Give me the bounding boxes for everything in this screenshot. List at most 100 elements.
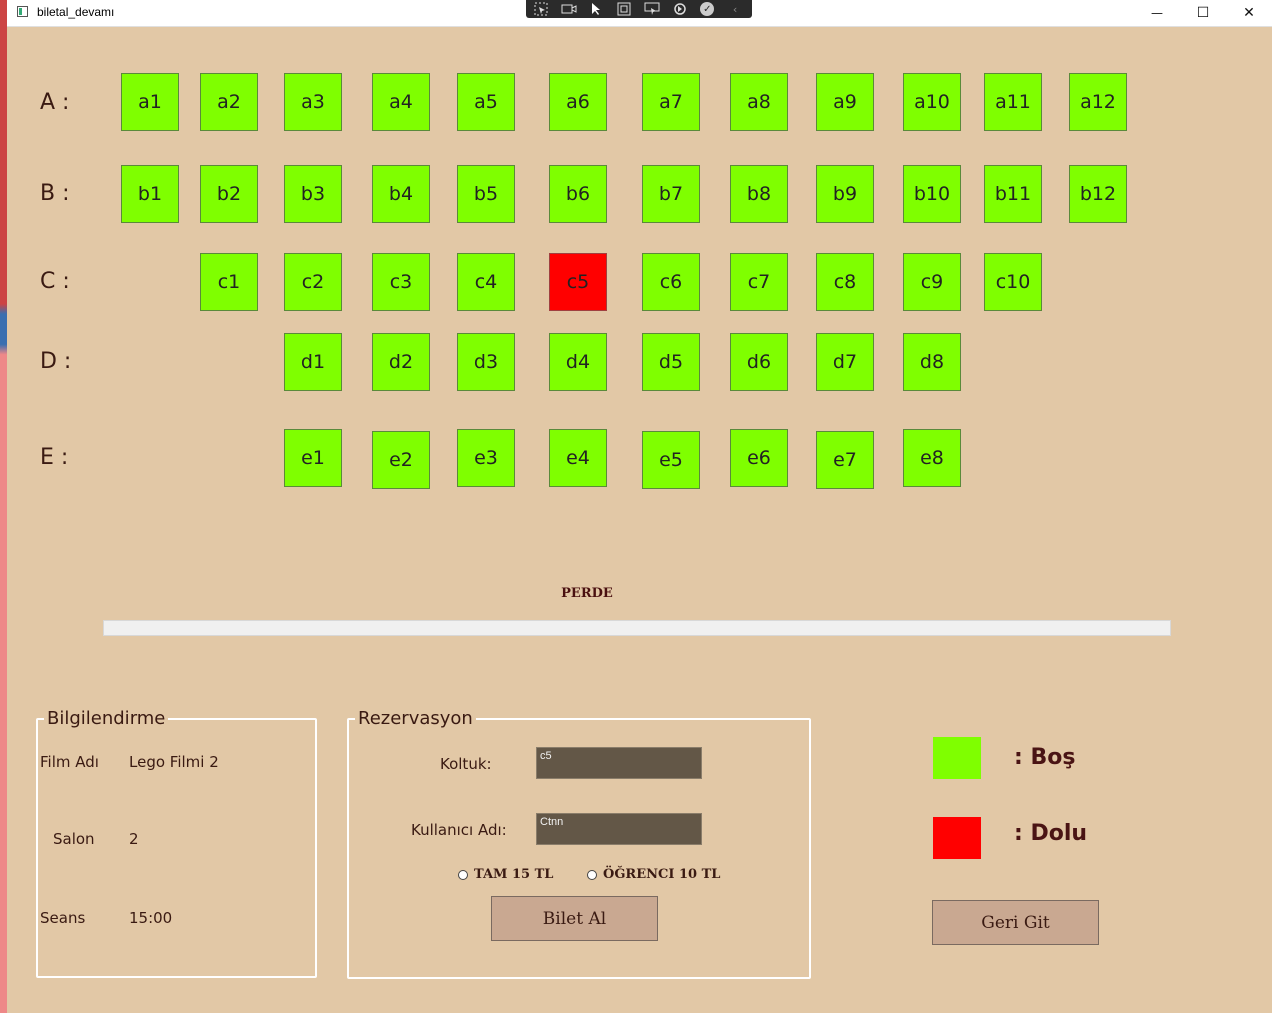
row-label-e: E : xyxy=(40,445,69,470)
seat-c4[interactable]: c4 xyxy=(457,253,515,311)
seat-a6[interactable]: a6 xyxy=(549,73,607,131)
seat-b9[interactable]: b9 xyxy=(816,165,874,223)
radio-student-circle[interactable] xyxy=(587,869,597,880)
seat-e1[interactable]: e1 xyxy=(284,429,342,487)
seat-b8[interactable]: b8 xyxy=(730,165,788,223)
back-button[interactable]: Geri Git xyxy=(932,900,1099,945)
seat-d2[interactable]: d2 xyxy=(372,333,430,391)
info-groupbox: Bilgilendirme Film Adı Lego Filmi 2 Salo… xyxy=(36,708,317,978)
legend-empty-swatch xyxy=(933,737,981,779)
seat-d1[interactable]: d1 xyxy=(284,333,342,391)
seat-e8[interactable]: e8 xyxy=(903,429,961,487)
seat-c9[interactable]: c9 xyxy=(903,253,961,311)
app-window: biletal_devamı ✓ ‹ — ☐ ✕ A: B: C: D:… xyxy=(7,0,1272,1013)
collapse-icon[interactable]: ‹ xyxy=(724,0,746,18)
record-icon[interactable] xyxy=(558,0,580,18)
seat-a4[interactable]: a4 xyxy=(372,73,430,131)
radio-full-label: TAM 15 TL xyxy=(474,867,554,882)
seat-a10[interactable]: a10 xyxy=(903,73,961,131)
film-name-value: Lego Filmi 2 xyxy=(129,753,219,771)
row-label-a: A : xyxy=(40,90,70,115)
username-field[interactable]: Ctnn xyxy=(536,813,702,845)
buy-ticket-button[interactable]: Bilet Al xyxy=(491,896,658,941)
seat-b10[interactable]: b10 xyxy=(903,165,961,223)
reservation-group-title: Rezervasyon xyxy=(355,708,476,730)
radio-student-label: ÖĞRENCI 10 TL xyxy=(603,867,721,882)
seat-b3[interactable]: b3 xyxy=(284,165,342,223)
seat-b2[interactable]: b2 xyxy=(200,165,258,223)
seat-e3[interactable]: e3 xyxy=(457,429,515,487)
seat-d3[interactable]: d3 xyxy=(457,333,515,391)
seat-c7[interactable]: c7 xyxy=(730,253,788,311)
seat-c1[interactable]: c1 xyxy=(200,253,258,311)
seat-d6[interactable]: d6 xyxy=(730,333,788,391)
seat-a1[interactable]: a1 xyxy=(121,73,179,131)
seat-a11[interactable]: a11 xyxy=(984,73,1042,131)
film-name-label: Film Adı xyxy=(40,753,99,771)
seat-d5[interactable]: d5 xyxy=(642,333,700,391)
legend-empty-label: : Boş xyxy=(1014,745,1076,770)
minimize-button[interactable]: — xyxy=(1134,0,1180,26)
seat-field-label: Koltuk: xyxy=(440,755,492,773)
seat-e2[interactable]: e2 xyxy=(372,431,430,489)
legend-full-swatch xyxy=(933,817,981,859)
seat-e6[interactable]: e6 xyxy=(730,429,788,487)
seat-c3[interactable]: c3 xyxy=(372,253,430,311)
seat-b6[interactable]: b6 xyxy=(549,165,607,223)
info-group-title: Bilgilendirme xyxy=(44,708,169,730)
seat-b4[interactable]: b4 xyxy=(372,165,430,223)
legend-full-label: : Dolu xyxy=(1014,821,1088,846)
seat-b7[interactable]: b7 xyxy=(642,165,700,223)
seat-c2[interactable]: c2 xyxy=(284,253,342,311)
screen-label: PERDE xyxy=(561,586,613,601)
seat-field[interactable]: c5 xyxy=(536,747,702,779)
seat-e7[interactable]: e7 xyxy=(816,431,874,489)
seat-a9[interactable]: a9 xyxy=(816,73,874,131)
seat-d8[interactable]: d8 xyxy=(903,333,961,391)
salon-label: Salon xyxy=(53,830,95,848)
title-bar[interactable]: biletal_devamı ✓ ‹ — ☐ ✕ xyxy=(7,0,1272,27)
salon-value: 2 xyxy=(129,830,139,848)
app-icon xyxy=(17,6,28,17)
seat-d4[interactable]: d4 xyxy=(549,333,607,391)
seat-d7[interactable]: d7 xyxy=(816,333,874,391)
reservation-groupbox: Rezervasyon Koltuk: c5 Kullanıcı Adı: Ct… xyxy=(347,708,811,979)
seans-value: 15:00 xyxy=(129,909,173,927)
seat-c5[interactable]: c5 xyxy=(549,253,607,311)
seat-a2[interactable]: a2 xyxy=(200,73,258,131)
row-label-b: B : xyxy=(40,181,70,206)
desktop-background xyxy=(0,0,7,1013)
maximize-button[interactable]: ☐ xyxy=(1180,0,1226,26)
seat-b5[interactable]: b5 xyxy=(457,165,515,223)
radio-full-circle[interactable] xyxy=(458,869,468,880)
seans-label: Seans xyxy=(40,909,86,927)
select-icon[interactable] xyxy=(530,0,552,18)
seat-e5[interactable]: e5 xyxy=(642,431,700,489)
username-field-label: Kullanıcı Adı: xyxy=(411,821,507,839)
seat-a8[interactable]: a8 xyxy=(730,73,788,131)
radio-full-price[interactable]: TAM 15 TL xyxy=(458,867,553,882)
screen-bar xyxy=(103,620,1171,636)
seat-c8[interactable]: c8 xyxy=(816,253,874,311)
seat-a3[interactable]: a3 xyxy=(284,73,342,131)
seat-a5[interactable]: a5 xyxy=(457,73,515,131)
seat-a12[interactable]: a12 xyxy=(1069,73,1127,131)
debug-toolbar: ✓ ‹ xyxy=(526,0,752,18)
check-icon[interactable]: ✓ xyxy=(697,0,719,18)
seat-c6[interactable]: c6 xyxy=(642,253,700,311)
row-label-c: C : xyxy=(40,269,70,294)
seat-b11[interactable]: b11 xyxy=(984,165,1042,223)
close-button[interactable]: ✕ xyxy=(1226,0,1272,26)
pointer-icon[interactable] xyxy=(586,0,608,18)
row-label-d: D : xyxy=(40,349,72,374)
seat-b12[interactable]: b12 xyxy=(1069,165,1127,223)
window-title: biletal_devamı xyxy=(37,5,115,19)
seat-c10[interactable]: c10 xyxy=(984,253,1042,311)
seat-b1[interactable]: b1 xyxy=(121,165,179,223)
radio-student-price[interactable]: ÖĞRENCI 10 TL xyxy=(587,867,720,882)
hotreload-icon[interactable] xyxy=(669,0,691,18)
frame-icon[interactable] xyxy=(613,0,635,18)
seat-e4[interactable]: e4 xyxy=(549,429,607,487)
layout-icon[interactable] xyxy=(641,0,663,18)
seat-a7[interactable]: a7 xyxy=(642,73,700,131)
